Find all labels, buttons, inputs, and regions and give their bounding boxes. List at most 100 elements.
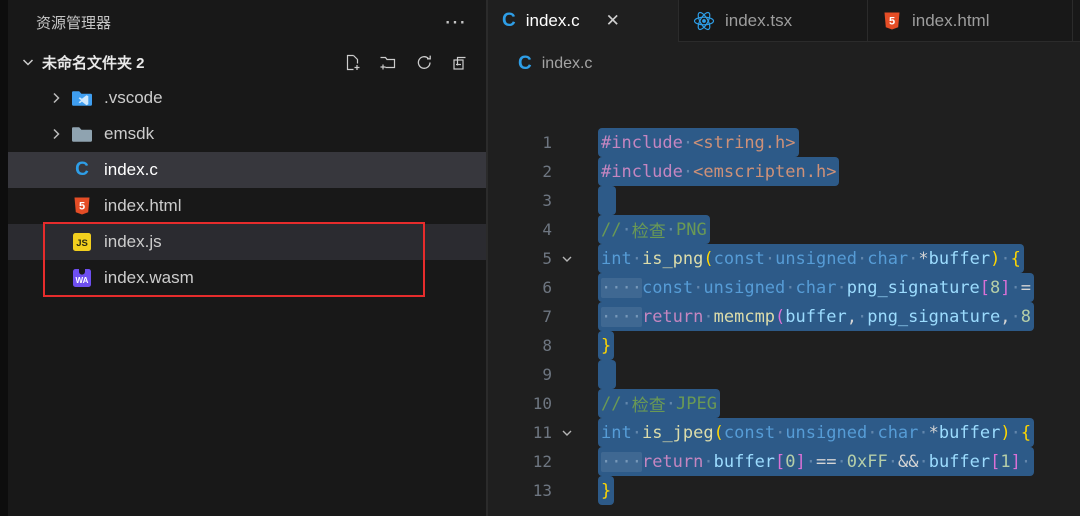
code-content: ····const·unsigned·char·png_signature[8]… [582, 273, 1080, 302]
activity-bar-edge [0, 0, 8, 516]
selection-highlight [598, 186, 616, 215]
tab-bar: Cindex.c ✕ index.tsx 5index.html [488, 0, 1080, 42]
tree-item-index-c[interactable]: Cindex.c [8, 152, 486, 188]
refresh-icon[interactable] [412, 50, 436, 74]
code-line-7[interactable]: 7 ····return·memcmp(buffer,·png_signature… [488, 302, 1080, 331]
code-line-13[interactable]: 13} [488, 476, 1080, 505]
code-line-10[interactable]: 10 //·检查·JPEG [488, 389, 1080, 418]
wasm-file-icon: WA [70, 266, 94, 290]
tree-item-label: emsdk [104, 124, 154, 144]
selection-highlight: } [598, 476, 614, 505]
explorer-header: 资源管理器 ⋯ [8, 0, 486, 44]
tree-item-emsdk[interactable]: emsdk [8, 116, 486, 152]
tree-item-index-wasm[interactable]: WA index.wasm [8, 260, 486, 296]
svg-text:5: 5 [889, 15, 895, 27]
tab-index-html[interactable]: 5index.html [868, 0, 1073, 42]
selection-highlight: #include·<emscripten.h> [598, 157, 839, 186]
tab-label: index.tsx [725, 11, 792, 31]
selection-highlight: #include·<string.h> [598, 128, 799, 157]
new-folder-icon[interactable] [376, 50, 400, 74]
code-content: #include·<emscripten.h> [582, 157, 1080, 186]
code-line-1[interactable]: 1 #include·<string.h> [488, 128, 1080, 157]
code-line-12[interactable]: 12 ····return·buffer[0]·==·0xFF·&&·buffer… [488, 447, 1080, 476]
html-file-icon: 5 [882, 11, 902, 31]
line-number: 6 [488, 278, 552, 297]
explorer-sidebar: 资源管理器 ⋯ 未命名文件夹 2 .vscode emsdk Cindex.c 5 in… [8, 0, 488, 516]
tab-index-c[interactable]: Cindex.c ✕ [488, 0, 679, 42]
tree-item-index-html[interactable]: 5 index.html [8, 188, 486, 224]
explorer-title: 资源管理器 [36, 12, 444, 33]
code-line-2[interactable]: 2#include·<emscripten.h> [488, 157, 1080, 186]
folder-section-label: 未命名文件夹 2 [42, 52, 340, 73]
fold-chevron-icon[interactable] [552, 426, 582, 440]
code-content: } [582, 331, 1080, 360]
close-icon[interactable]: ✕ [606, 11, 620, 31]
line-number: 5 [488, 249, 552, 268]
c-file-icon: C [70, 158, 94, 182]
code-line-4[interactable]: 4//·检查·PNG [488, 215, 1080, 244]
breadcrumb[interactable]: C index.c [488, 42, 1080, 86]
line-number: 13 [488, 481, 552, 500]
code-line-5[interactable]: 5 int·is_png(const·unsigned·char·*buffer)… [488, 244, 1080, 273]
tree-item-label: index.c [104, 160, 158, 180]
c-file-icon: C [502, 10, 516, 32]
code-line-9[interactable]: 9 [488, 360, 1080, 389]
folder-section-header[interactable]: 未命名文件夹 2 [8, 44, 486, 80]
code-content: ····return·memcmp(buffer,·png_signature,… [582, 302, 1080, 331]
code-content: //·检查·JPEG [582, 389, 1080, 418]
js-file-icon: JS [70, 230, 94, 254]
section-actions [340, 50, 472, 74]
code-line-3[interactable]: 3 [488, 186, 1080, 215]
code-content: ····return·buffer[0]·==·0xFF·&&·buffer[1… [582, 447, 1080, 476]
editor-group: Cindex.c✕index.tsx5index.html C index.c … [488, 0, 1080, 516]
tree-item-label: index.wasm [104, 268, 194, 288]
code-content [582, 186, 1080, 215]
selection-highlight: int·is_png(const·unsigned·char·*buffer)·… [598, 244, 1024, 273]
tree-item-label: index.js [104, 232, 162, 252]
line-number: 9 [488, 365, 552, 384]
tree-item--vscode[interactable]: .vscode [8, 80, 486, 116]
code-line-8[interactable]: 8} [488, 331, 1080, 360]
line-number: 7 [488, 307, 552, 326]
code-content [582, 360, 1080, 389]
file-tree: .vscode emsdk Cindex.c 5 index.html JS index.j… [8, 80, 486, 296]
fold-chevron-icon[interactable] [552, 252, 582, 266]
chevron-down-icon [20, 54, 36, 70]
selection-highlight: //·检查·PNG [598, 215, 710, 244]
svg-text:5: 5 [79, 200, 85, 212]
tree-item-index-js[interactable]: JS index.js [8, 224, 486, 260]
code-content: int·is_jpeg(const·unsigned·char·*buffer)… [582, 418, 1080, 447]
code-editor[interactable]: 1 #include·<string.h>2#include·<emscripte… [488, 86, 1080, 505]
vscode-window: 资源管理器 ⋯ 未命名文件夹 2 .vscode emsdk Cindex.c 5 in… [0, 0, 1080, 516]
svg-text:JS: JS [76, 238, 88, 249]
selection-highlight: int·is_jpeg(const·unsigned·char·*buffer)… [598, 418, 1034, 447]
chevron-right-icon[interactable] [46, 90, 66, 106]
code-line-6[interactable]: 6 ····const·unsigned·char·png_signature[8… [488, 273, 1080, 302]
tab-label: index.c [526, 11, 580, 31]
code-line-11[interactable]: 11int·is_jpeg(const·unsigned·char·*buffe… [488, 418, 1080, 447]
line-number: 12 [488, 452, 552, 471]
tab-index-tsx[interactable]: index.tsx [679, 0, 868, 42]
vscode-folder-icon [70, 86, 94, 110]
folder-icon [70, 122, 94, 146]
chevron-right-icon[interactable] [46, 126, 66, 142]
tree-item-label: .vscode [104, 88, 163, 108]
line-number: 10 [488, 394, 552, 413]
line-number: 3 [488, 191, 552, 210]
selection-highlight: //·检查·JPEG [598, 389, 720, 418]
code-content: #include·<string.h> [582, 128, 1080, 157]
collapse-all-icon[interactable] [448, 50, 472, 74]
code-content: int·is_png(const·unsigned·char·*buffer)·… [582, 244, 1080, 273]
svg-text:WA: WA [76, 276, 89, 285]
new-file-icon[interactable] [340, 50, 364, 74]
line-number: 1 [488, 133, 552, 152]
selection-highlight [598, 360, 616, 389]
ellipsis-icon[interactable]: ⋯ [444, 17, 468, 27]
tree-item-label: index.html [104, 196, 181, 216]
selection-highlight: ····const·unsigned·char·png_signature[8]… [598, 273, 1034, 302]
code-content: //·检查·PNG [582, 215, 1080, 244]
c-file-icon: C [518, 53, 532, 75]
selection-highlight: ····return·buffer[0]·==·0xFF·&&·buffer[1… [598, 447, 1034, 476]
selection-highlight: ····return·memcmp(buffer,·png_signature,… [598, 302, 1034, 331]
line-number: 8 [488, 336, 552, 355]
